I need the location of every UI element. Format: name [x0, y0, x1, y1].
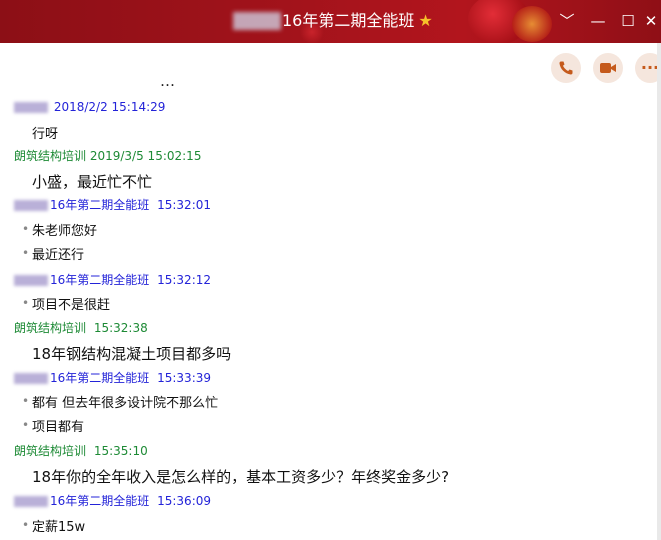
message-time: 15:36:09	[157, 494, 212, 508]
star-icon: ★	[418, 11, 433, 30]
message-header: 朗筑结构培训 15:35:10	[14, 442, 148, 459]
title-decoration	[512, 6, 552, 42]
message-sender: 朗筑结构培训	[14, 321, 87, 335]
message-text: 最近还行	[32, 248, 85, 263]
redacted-sender	[14, 496, 48, 507]
message-time: 15:32:38	[93, 321, 148, 335]
message-header: 2018/2/2 15:14:29	[14, 100, 165, 114]
message-sender: 16年第二期全能班	[50, 273, 150, 287]
bullet-icon: •	[22, 222, 30, 236]
message-text: 朱老师您好	[32, 224, 98, 239]
scrolled-message-fragment: …	[160, 72, 175, 90]
message-sender: 朗筑结构培训	[14, 444, 87, 458]
message-header: 16年第二期全能班 15:32:12	[14, 271, 211, 288]
redacted-title-prefix	[233, 12, 281, 30]
message-sender: 16年第二期全能班	[50, 371, 150, 385]
message-time: 15:33:39	[157, 371, 212, 385]
message-text: 都有 但去年很多设计院不那么忙	[32, 396, 219, 411]
title-bar: 16年第二期全能班 ★ ﹀ — ☐ ✕	[0, 0, 661, 43]
bullet-icon: •	[22, 246, 30, 260]
message-text: 18年你的全年收入是怎么样的，基本工资多少？年终奖金多少?	[32, 468, 450, 486]
message-list: … 2018/2/2 15:14:29 行呀 朗筑结构培训 2019/3/5 1…	[0, 60, 661, 540]
message-time: 15:32:12	[157, 273, 212, 287]
message-time: 15:32:01	[157, 198, 212, 212]
bullet-icon: •	[22, 418, 30, 432]
message-text: 18年钢结构混凝土项目都多吗	[32, 345, 232, 363]
message-time: 2018/2/2 15:14:29	[53, 100, 166, 114]
bullet-icon: •	[22, 296, 30, 310]
message-text: 项目不是很赶	[32, 298, 111, 313]
bullet-icon: •	[22, 394, 30, 408]
minimize-button[interactable]: —	[587, 10, 609, 32]
chevron-down-icon[interactable]: ﹀	[556, 10, 578, 32]
message-header: 朗筑结构培训 15:32:38	[14, 319, 148, 336]
message-header: 16年第二期全能班 15:32:01	[14, 196, 211, 213]
message-text: 定薪15w	[32, 520, 86, 535]
message-header: 16年第二期全能班 15:33:39	[14, 369, 211, 386]
message-header: 16年第二期全能班 15:36:09	[14, 492, 211, 509]
message-sender: 16年第二期全能班	[50, 494, 150, 508]
message-header: 朗筑结构培训 2019/3/5 15:02:15	[14, 147, 201, 164]
maximize-button[interactable]: ☐	[617, 10, 639, 32]
message-sender: 16年第二期全能班	[50, 198, 150, 212]
chat-title-text: 16年第二期全能班	[282, 11, 415, 30]
redacted-sender	[14, 275, 48, 286]
close-button[interactable]: ✕	[640, 10, 661, 32]
message-time: 15:35:10	[93, 444, 148, 458]
redacted-sender	[14, 200, 48, 211]
message-text: 项目都有	[32, 420, 85, 435]
redacted-sender	[14, 102, 48, 113]
chat-title: 16年第二期全能班 ★	[282, 10, 433, 32]
message-time: 2019/3/5 15:02:15	[89, 149, 202, 163]
bullet-icon: •	[22, 518, 30, 532]
message-text: 行呀	[32, 127, 59, 142]
message-sender: 朗筑结构培训	[14, 149, 87, 163]
redacted-sender	[14, 373, 48, 384]
message-text: 小盛，最近忙不忙	[32, 173, 153, 191]
